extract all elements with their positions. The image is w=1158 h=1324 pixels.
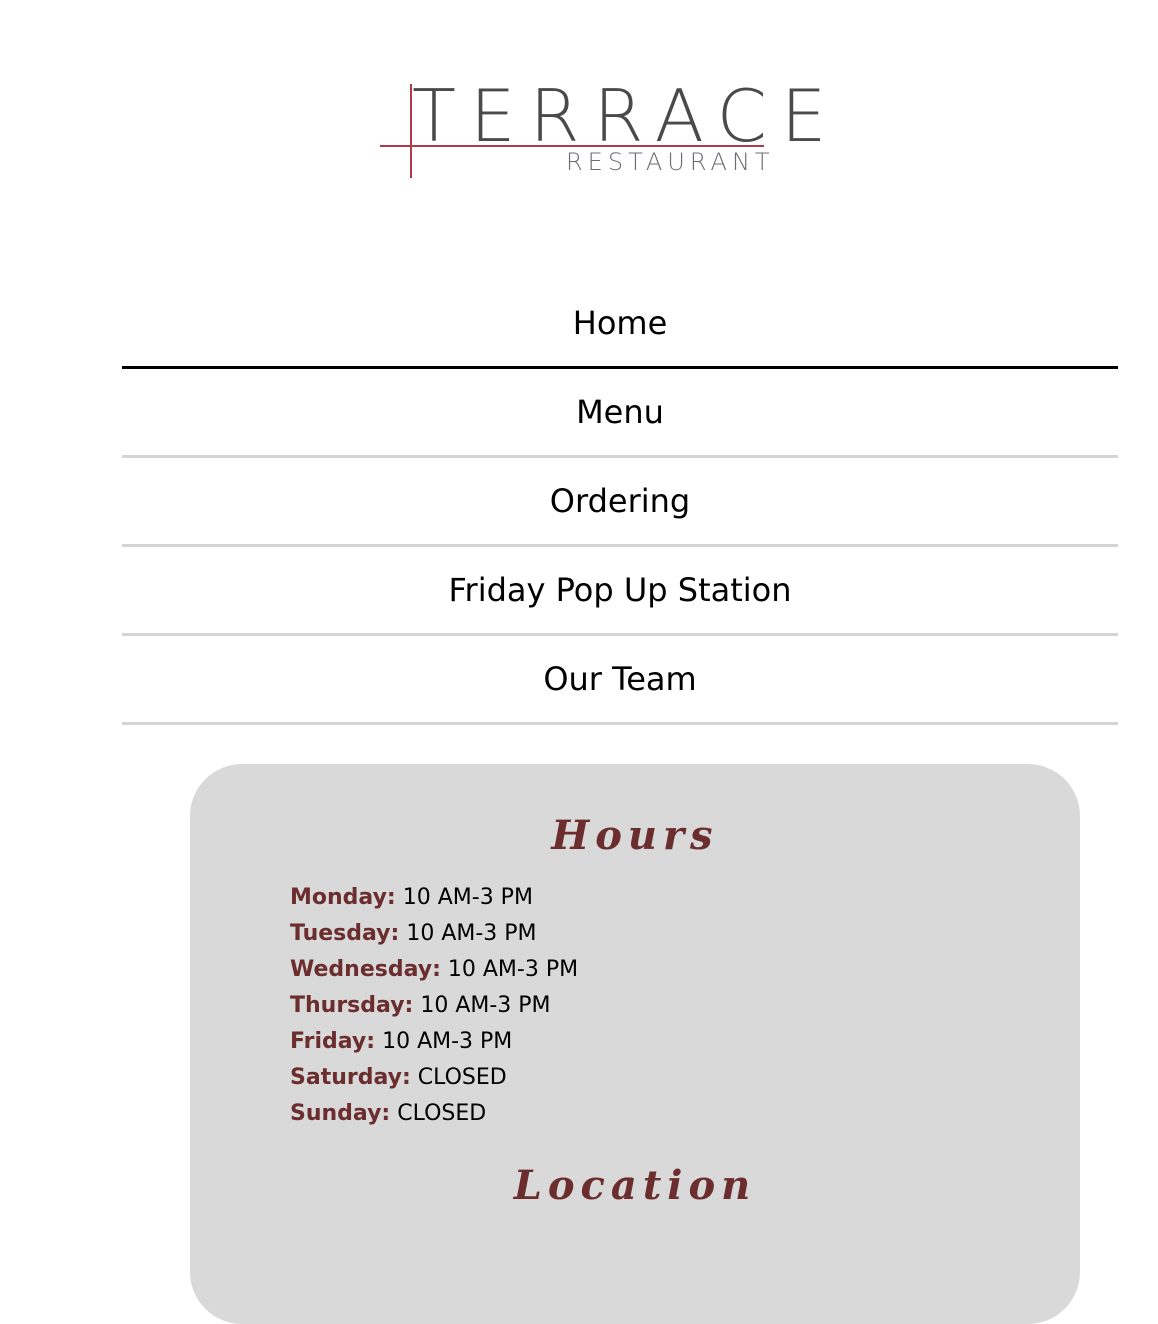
hours-day: Wednesday: (290, 957, 441, 982)
hours-row-monday: Monday: 10 AM-3 PM (290, 880, 578, 916)
hours-time: 10 AM-3 PM (447, 957, 579, 982)
hours-time: 10 AM-3 PM (420, 993, 551, 1018)
hours-row-friday: Friday: 10 AM-3 PM (290, 1024, 578, 1060)
logo-subtitle: RESTAURANT (566, 148, 775, 176)
hours-row-tuesday: Tuesday: 10 AM-3 PM (290, 916, 578, 952)
hours-row-wednesday: Wednesday: 10 AM-3 PM (290, 952, 578, 988)
hours-time: CLOSED (397, 1101, 487, 1126)
hours-day: Saturday: (290, 1065, 411, 1090)
nav-item-our-team[interactable]: Our Team (122, 636, 1118, 725)
nav-item-friday-pop-up-station[interactable]: Friday Pop Up Station (122, 547, 1118, 636)
hours-day: Tuesday: (290, 921, 400, 946)
hours-row-saturday: Saturday: CLOSED (290, 1060, 578, 1096)
hours-day: Thursday: (290, 993, 414, 1018)
hours-time: 10 AM-3 PM (382, 1029, 513, 1054)
hours-day: Friday: (290, 1029, 376, 1054)
hours-time: CLOSED (417, 1065, 507, 1090)
nav-item-ordering[interactable]: Ordering (122, 458, 1118, 547)
hours-row-sunday: Sunday: CLOSED (290, 1096, 578, 1132)
nav-item-home[interactable]: Home (122, 280, 1118, 369)
hours-day: Sunday: (290, 1101, 391, 1126)
hours-time: 10 AM-3 PM (406, 921, 537, 946)
hours-list: Monday: 10 AM-3 PM Tuesday: 10 AM-3 PM W… (290, 880, 578, 1132)
hours-heading: Hours (551, 812, 719, 859)
hours-time: 10 AM-3 PM (402, 885, 533, 910)
nav-item-menu[interactable]: Menu (122, 369, 1118, 458)
main-nav: Home Menu Ordering Friday Pop Up Station… (122, 280, 1118, 725)
hours-location-card: Hours Monday: 10 AM-3 PM Tuesday: 10 AM-… (190, 764, 1080, 1324)
hours-row-thursday: Thursday: 10 AM-3 PM (290, 988, 578, 1024)
hours-day: Monday: (290, 885, 396, 910)
location-heading: Location (513, 1162, 757, 1209)
logo-title: TERRACE (412, 74, 841, 158)
